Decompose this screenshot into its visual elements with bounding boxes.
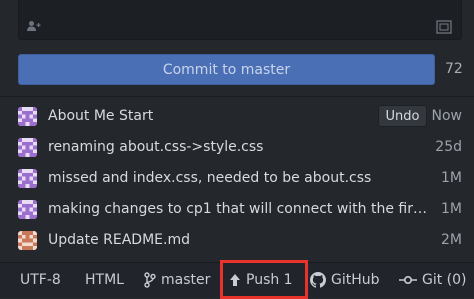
- commit-message: making changes to cp1 that will connect …: [48, 201, 433, 217]
- arrow-up-icon: [230, 273, 240, 286]
- commit-time: 25d: [435, 139, 462, 155]
- remaining-characters: 72: [445, 61, 463, 77]
- expand-editor-icon[interactable]: [436, 19, 452, 38]
- github-panel-toggle[interactable]: GitHub: [310, 263, 380, 297]
- encoding-indicator[interactable]: UTF-8: [20, 263, 61, 297]
- avatar: [18, 231, 37, 250]
- avatar: [18, 200, 37, 219]
- commit-item[interactable]: missed and index.css, needed to be about…: [0, 166, 474, 194]
- commit-time: 1M: [441, 170, 462, 186]
- commit-message: renaming about.css->style.css: [48, 139, 264, 155]
- avatar: [18, 107, 37, 126]
- status-bar: UTF-8 HTML master Push 1 GitHub Git (0): [0, 260, 474, 299]
- commit-item[interactable]: About Me Start Undo Now: [0, 104, 474, 132]
- commit-message: Update README.md: [48, 232, 190, 248]
- push-button[interactable]: Push 1: [220, 260, 308, 299]
- git-label: Git (0): [422, 272, 467, 288]
- divider: [0, 96, 474, 97]
- commit-item[interactable]: making changes to cp1 that will connect …: [0, 197, 474, 225]
- commit-message: About Me Start: [48, 108, 154, 124]
- commit-button[interactable]: Commit to master: [18, 54, 435, 85]
- branch-label: master: [161, 272, 211, 288]
- git-branch-icon: [144, 272, 156, 288]
- github-label: GitHub: [331, 272, 380, 288]
- commit-time: 2M: [441, 232, 462, 248]
- commit-time: Now: [431, 108, 463, 124]
- push-label: Push 1: [246, 271, 293, 288]
- commit-item[interactable]: renaming about.css->style.css 25d: [0, 135, 474, 163]
- avatar: [18, 138, 37, 157]
- grammar-label: HTML: [85, 272, 124, 288]
- git-panel-toggle[interactable]: Git (0): [399, 263, 467, 297]
- avatar: [18, 169, 37, 188]
- add-coauthor-icon[interactable]: [27, 20, 41, 36]
- git-commit-icon: [399, 275, 417, 285]
- encoding-label: UTF-8: [20, 272, 61, 288]
- undo-button[interactable]: Undo: [378, 105, 427, 127]
- commit-item[interactable]: Update README.md 2M: [0, 228, 474, 256]
- branch-selector[interactable]: master: [144, 263, 210, 297]
- commit-time: 1M: [441, 201, 462, 217]
- github-icon: [310, 272, 326, 288]
- commit-message: missed and index.css, needed to be about…: [48, 170, 372, 186]
- commit-message-editor[interactable]: [18, 0, 462, 40]
- commit-row: Commit to master 72: [18, 54, 474, 86]
- grammar-selector[interactable]: HTML: [85, 263, 124, 297]
